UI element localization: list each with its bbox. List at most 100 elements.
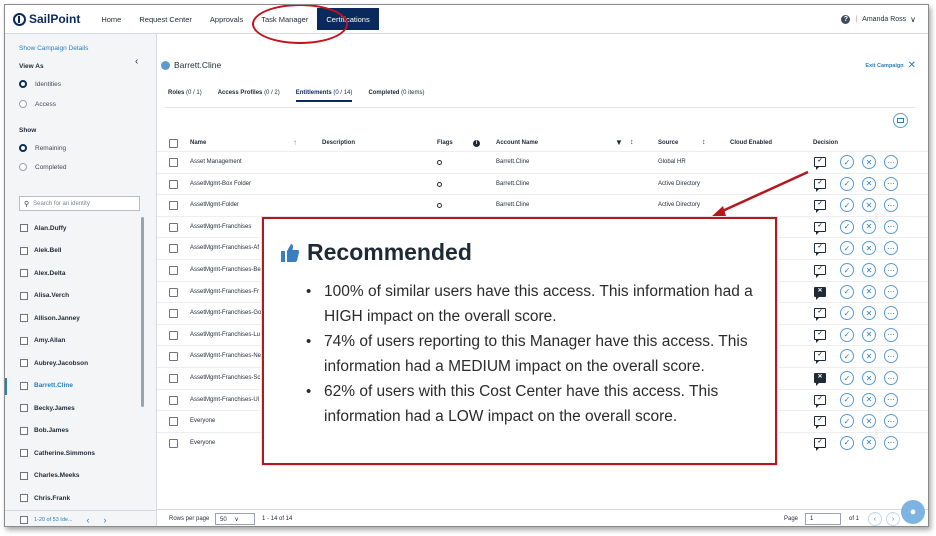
more-options-button[interactable]: ⋯	[884, 198, 898, 213]
approve-button[interactable]: ✓	[840, 176, 854, 191]
row-checkbox[interactable]	[169, 352, 178, 362]
identity-item[interactable]: Becky.James	[5, 397, 145, 420]
more-options-button[interactable]: ⋯	[884, 219, 898, 234]
revoke-button[interactable]: ✕	[862, 435, 876, 450]
col-flags[interactable]: Flags	[437, 140, 453, 146]
checkbox[interactable]	[20, 336, 28, 345]
row-checkbox[interactable]	[169, 201, 178, 211]
table-row[interactable]: AssetMgmt-Folder Barrett.Cline Active Dire…	[157, 194, 928, 216]
identity-item[interactable]: Chris.Frank	[5, 487, 145, 510]
row-checkbox[interactable]	[169, 330, 178, 340]
chevron-down-icon[interactable]: ∨	[910, 15, 916, 24]
row-checkbox[interactable]	[169, 417, 178, 427]
identity-item[interactable]: Alex.Delta	[5, 262, 145, 285]
recommendation-icon[interactable]: ✓	[814, 437, 826, 451]
revoke-button[interactable]: ✕	[862, 219, 876, 234]
page-input[interactable]: 1	[805, 513, 841, 525]
radio-identities[interactable]: Identities	[19, 80, 61, 88]
checkbox[interactable]	[20, 381, 28, 390]
more-options-button[interactable]: ⋯	[884, 241, 898, 256]
recommendation-icon[interactable]: ✓	[814, 329, 826, 343]
row-checkbox[interactable]	[169, 158, 178, 167]
approve-button[interactable]: ✓	[840, 349, 854, 364]
identity-item[interactable]: Catherine.Simmons	[5, 442, 145, 465]
table-row[interactable]: AssetMgmt-Box Folder Barrett.Cline Active …	[157, 172, 928, 195]
radio-icon[interactable]	[19, 100, 27, 108]
column-settings-button[interactable]	[893, 113, 908, 128]
more-options-button[interactable]: ⋯	[884, 284, 898, 299]
radio-access[interactable]: Access	[19, 100, 56, 108]
approve-button[interactable]: ✓	[840, 219, 854, 234]
approve-button[interactable]: ✓	[840, 241, 854, 256]
more-options-button[interactable]: ⋯	[884, 392, 898, 407]
user-name[interactable]: Amanda Ross	[862, 16, 906, 23]
more-options-button[interactable]: ⋯	[884, 327, 898, 342]
checkbox[interactable]	[20, 314, 28, 323]
identity-item-selected[interactable]: Barrett.Cline	[5, 375, 145, 398]
next-page-icon[interactable]: ›	[104, 515, 107, 525]
recommendation-icon[interactable]: ✓	[814, 416, 826, 430]
radio-selected-icon[interactable]	[19, 144, 27, 152]
identity-item[interactable]: Bob.James	[5, 420, 145, 443]
more-options-button[interactable]: ⋯	[884, 371, 898, 385]
approve-button[interactable]: ✓	[840, 371, 854, 385]
nav-approvals[interactable]: Approvals	[201, 5, 252, 33]
sort-icon[interactable]: ↕	[702, 139, 706, 146]
select-all-rows-checkbox[interactable]	[169, 139, 178, 148]
recommendation-icon[interactable]: ✓	[814, 221, 826, 235]
approve-button[interactable]: ✓	[840, 155, 854, 169]
recommendation-icon[interactable]: ✓	[814, 178, 826, 192]
checkbox[interactable]	[20, 449, 28, 458]
recommendation-icon[interactable]: ✓	[814, 351, 826, 365]
revoke-button[interactable]: ✕	[862, 414, 876, 429]
recommendation-icon[interactable]: ✓	[814, 157, 826, 170]
not-recommended-icon[interactable]: ✕	[814, 373, 826, 386]
more-options-button[interactable]: ⋯	[884, 306, 898, 321]
sailpoint-logo[interactable]: SailPoint	[13, 12, 80, 26]
identity-item[interactable]: Charles.Meeks	[5, 465, 145, 488]
checkbox[interactable]	[20, 404, 28, 413]
revoke-button[interactable]: ✕	[862, 241, 876, 256]
row-checkbox[interactable]	[169, 395, 178, 405]
checkbox[interactable]	[20, 426, 28, 435]
revoke-button[interactable]: ✕	[862, 392, 876, 407]
row-checkbox[interactable]	[169, 266, 178, 275]
not-recommended-icon[interactable]: ✕	[814, 286, 826, 300]
tab-completed[interactable]: Completed (0 items)	[368, 90, 424, 102]
revoke-button[interactable]: ✕	[862, 176, 876, 191]
checkbox[interactable]	[20, 224, 28, 233]
approve-button[interactable]: ✓	[840, 414, 854, 429]
approve-button[interactable]: ✓	[840, 306, 854, 321]
identity-item[interactable]: Alisa.Verch	[5, 285, 145, 308]
exit-campaign-link[interactable]: Exit Campaign ✕	[865, 60, 916, 71]
revoke-button[interactable]: ✕	[862, 349, 876, 364]
col-name[interactable]: Name	[190, 140, 206, 146]
radio-icon[interactable]	[19, 163, 27, 171]
collapse-sidebar-icon[interactable]: ‹	[135, 56, 138, 67]
help-icon[interactable]: ?	[841, 15, 851, 24]
checkbox[interactable]	[20, 494, 28, 503]
col-cloud-enabled[interactable]: Cloud Enabled	[730, 140, 772, 146]
col-description[interactable]: Description	[322, 140, 355, 146]
recommendation-icon[interactable]: ✓	[814, 394, 826, 408]
show-campaign-details-link[interactable]: Show Campaign Details	[19, 45, 88, 52]
sort-up-icon[interactable]: ↑	[293, 138, 297, 147]
revoke-button[interactable]: ✕	[862, 284, 876, 299]
recommendation-icon[interactable]: ✓	[814, 200, 826, 214]
row-checkbox[interactable]	[169, 374, 178, 383]
identity-item[interactable]: Allison.Janney	[5, 307, 145, 330]
recommendation-icon[interactable]: ✓	[814, 308, 826, 322]
row-checkbox[interactable]	[169, 309, 178, 319]
checkbox[interactable]	[20, 359, 28, 368]
filter-icon[interactable]: ▼	[615, 138, 623, 147]
row-checkbox[interactable]	[169, 438, 178, 448]
row-checkbox[interactable]	[169, 244, 178, 254]
table-row[interactable]: Asset Management Barrett.Cline Global HR ✓ ✓…	[157, 151, 928, 173]
recommendation-icon[interactable]: ✓	[814, 243, 826, 257]
tab-entitlements[interactable]: Entitlements (0 / 14)	[295, 90, 353, 102]
radio-remaining[interactable]: Remaining	[19, 144, 66, 152]
prev-page-button[interactable]: ‹	[868, 512, 882, 526]
row-checkbox[interactable]	[169, 222, 178, 232]
tab-roles[interactable]: Roles (0 / 1)	[168, 90, 202, 102]
checkbox[interactable]	[20, 291, 28, 300]
